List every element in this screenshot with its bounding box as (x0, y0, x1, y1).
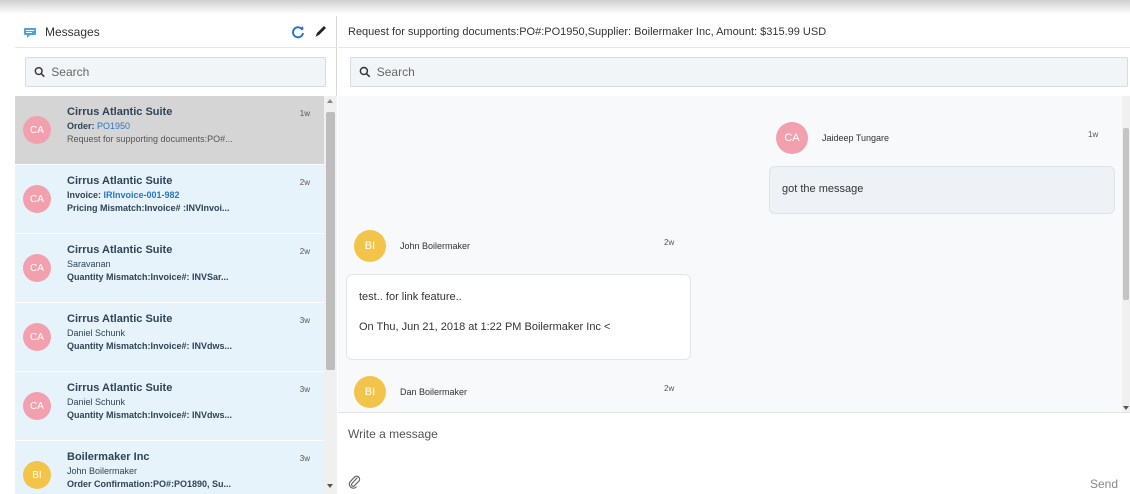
avatar: CA (23, 116, 51, 144)
message-header: BI John Boilermaker (354, 230, 470, 262)
message-bubble: got the message (769, 166, 1115, 214)
pencil-icon (315, 26, 326, 37)
conversation-name: Boilermaker Inc (67, 451, 150, 463)
paperclip-icon (348, 475, 361, 489)
conversation-item-body: Boilermaker Inc John Boilermaker Order C… (67, 451, 314, 489)
conversation-contact: Saravanan (67, 259, 111, 269)
sidebar-title: Messages (45, 24, 100, 39)
conversation-subject: Request for supporting documents:PO#:PO1… (338, 16, 1130, 48)
message-header: BI Dan Boilermaker (354, 376, 467, 408)
message-header: CA Jaideep Tungare (776, 122, 889, 154)
conversation-name: Cirrus Atlantic Suite (67, 106, 173, 118)
message-author: John Boilermaker (400, 241, 471, 251)
conversation-item[interactable]: BI Boilermaker Inc John Boilermaker Orde… (15, 441, 324, 494)
order-link[interactable]: PO1950 (97, 121, 130, 131)
compose-button[interactable] (312, 24, 328, 40)
window-top-shadow (0, 0, 1130, 14)
message-input[interactable] (348, 427, 1048, 463)
conversation-item[interactable]: CA Cirrus Atlantic Suite Order: PO1950 R… (15, 96, 324, 165)
scrollbar-thumb[interactable] (326, 112, 335, 370)
conversation-reference: Order: PO1950 (67, 121, 314, 131)
conversation-preview: Request for supporting documents:PO#... (67, 134, 233, 144)
search-icon (359, 66, 371, 78)
conversation-item-body: Cirrus Atlantic Suite Saravanan Quantity… (67, 244, 314, 282)
scroll-down-arrow-icon[interactable] (1123, 406, 1129, 410)
message-bubble: test.. for link feature.. On Thu, Jun 21… (346, 274, 691, 360)
scroll-down-arrow-icon[interactable] (327, 484, 333, 488)
scroll-up-arrow-icon[interactable] (327, 99, 333, 103)
message-text: got the message (782, 183, 864, 195)
conversation-preview: Pricing Mismatch:Invoice# :INVInvoi... (67, 203, 230, 213)
messages-sidebar: Messages CA Cirrus Atl (15, 16, 337, 494)
message-thread: CA Jaideep Tungare 1w got the message BI… (338, 96, 1122, 412)
invoice-link[interactable]: IRInvoice-001-982 (104, 190, 180, 200)
avatar: BI (354, 230, 386, 262)
conversation-contact: John Boilermaker (67, 466, 138, 476)
reference-label: Invoice: (67, 190, 104, 200)
avatar: BI (354, 376, 386, 408)
conversation-name: Cirrus Atlantic Suite (67, 175, 173, 187)
conversation-name: Cirrus Atlantic Suite (67, 382, 173, 394)
avatar: CA (23, 185, 51, 213)
conversation-search-input[interactable] (376, 65, 1119, 79)
conversation-preview: Order Confirmation:PO#:PO1890, Su... (67, 479, 232, 489)
message-time: 2w (664, 238, 675, 247)
conversation-item[interactable]: CA Cirrus Atlantic Suite Daniel Schunk Q… (15, 303, 324, 372)
message-author: Jaideep Tungare (822, 133, 890, 143)
conversation-item-body: Cirrus Atlantic Suite Order: PO1950 Requ… (67, 106, 314, 144)
conversation-search-box (350, 57, 1128, 87)
message-author: Dan Boilermaker (400, 387, 468, 397)
conversation-time: 3w (299, 454, 310, 463)
message-time: 1w (1088, 130, 1099, 139)
avatar: CA (23, 254, 51, 282)
conversation-item[interactable]: CA Cirrus Atlantic Suite Daniel Schunk Q… (15, 372, 324, 441)
conversation-time: 1w (299, 109, 310, 118)
conversation-time: 2w (299, 247, 310, 256)
conversation-contact: Daniel Schunk (67, 397, 126, 407)
avatar: BI (23, 461, 51, 489)
conversation-list-scrollbar[interactable] (324, 96, 337, 494)
search-icon (34, 66, 45, 78)
conversation-item-body: Cirrus Atlantic Suite Invoice: IRInvoice… (67, 175, 314, 213)
send-button[interactable]: Send (1090, 477, 1118, 491)
conversation-contact: Daniel Schunk (67, 328, 126, 338)
conversation-time: 2w (299, 178, 310, 187)
reference-label: Order: (67, 121, 98, 131)
message-quote: On Thu, Jun 21, 2018 at 1:22 PM Boilerma… (359, 321, 611, 333)
attach-button[interactable] (348, 475, 362, 489)
avatar: CA (776, 122, 808, 154)
chat-bubble-icon (23, 26, 37, 38)
conversation-preview: Quantity Mismatch:Invoice#: INVdws... (67, 341, 233, 351)
message-time: 2w (664, 384, 675, 393)
sidebar-search-input[interactable] (51, 65, 317, 79)
conversation-item[interactable]: CA Cirrus Atlantic Suite Invoice: IRInvo… (15, 165, 324, 234)
sidebar-search-box (25, 57, 326, 87)
sidebar-header: Messages (15, 16, 336, 48)
sidebar-search (15, 48, 336, 96)
conversation-search (338, 48, 1130, 96)
refresh-button[interactable] (290, 24, 306, 40)
conversation-time: 3w (299, 316, 310, 325)
conversation-item[interactable]: CA Cirrus Atlantic Suite Saravanan Quant… (15, 234, 324, 303)
conversation-preview: Quantity Mismatch:Invoice#: INVdws... (67, 410, 233, 420)
conversation-item-body: Cirrus Atlantic Suite Daniel Schunk Quan… (67, 313, 314, 351)
message-thread-scrollbar[interactable] (1122, 96, 1130, 412)
conversation-time: 3w (299, 385, 310, 394)
avatar: CA (23, 323, 51, 351)
avatar: CA (23, 392, 51, 420)
scrollbar-thumb[interactable] (1123, 128, 1129, 300)
message-composer: Send (338, 412, 1130, 494)
conversation-name: Cirrus Atlantic Suite (67, 313, 173, 325)
conversation-list: CA Cirrus Atlantic Suite Order: PO1950 R… (15, 96, 324, 494)
conversation-pane: Request for supporting documents:PO#:PO1… (338, 16, 1130, 494)
refresh-icon (292, 25, 304, 38)
conversation-reference: Invoice: IRInvoice-001-982 (67, 190, 314, 200)
conversation-preview: Quantity Mismatch:Invoice#: INVSar... (67, 272, 229, 282)
conversation-name: Cirrus Atlantic Suite (67, 244, 173, 256)
conversation-item-body: Cirrus Atlantic Suite Daniel Schunk Quan… (67, 382, 314, 420)
message-text: test.. for link feature.. (359, 291, 462, 303)
